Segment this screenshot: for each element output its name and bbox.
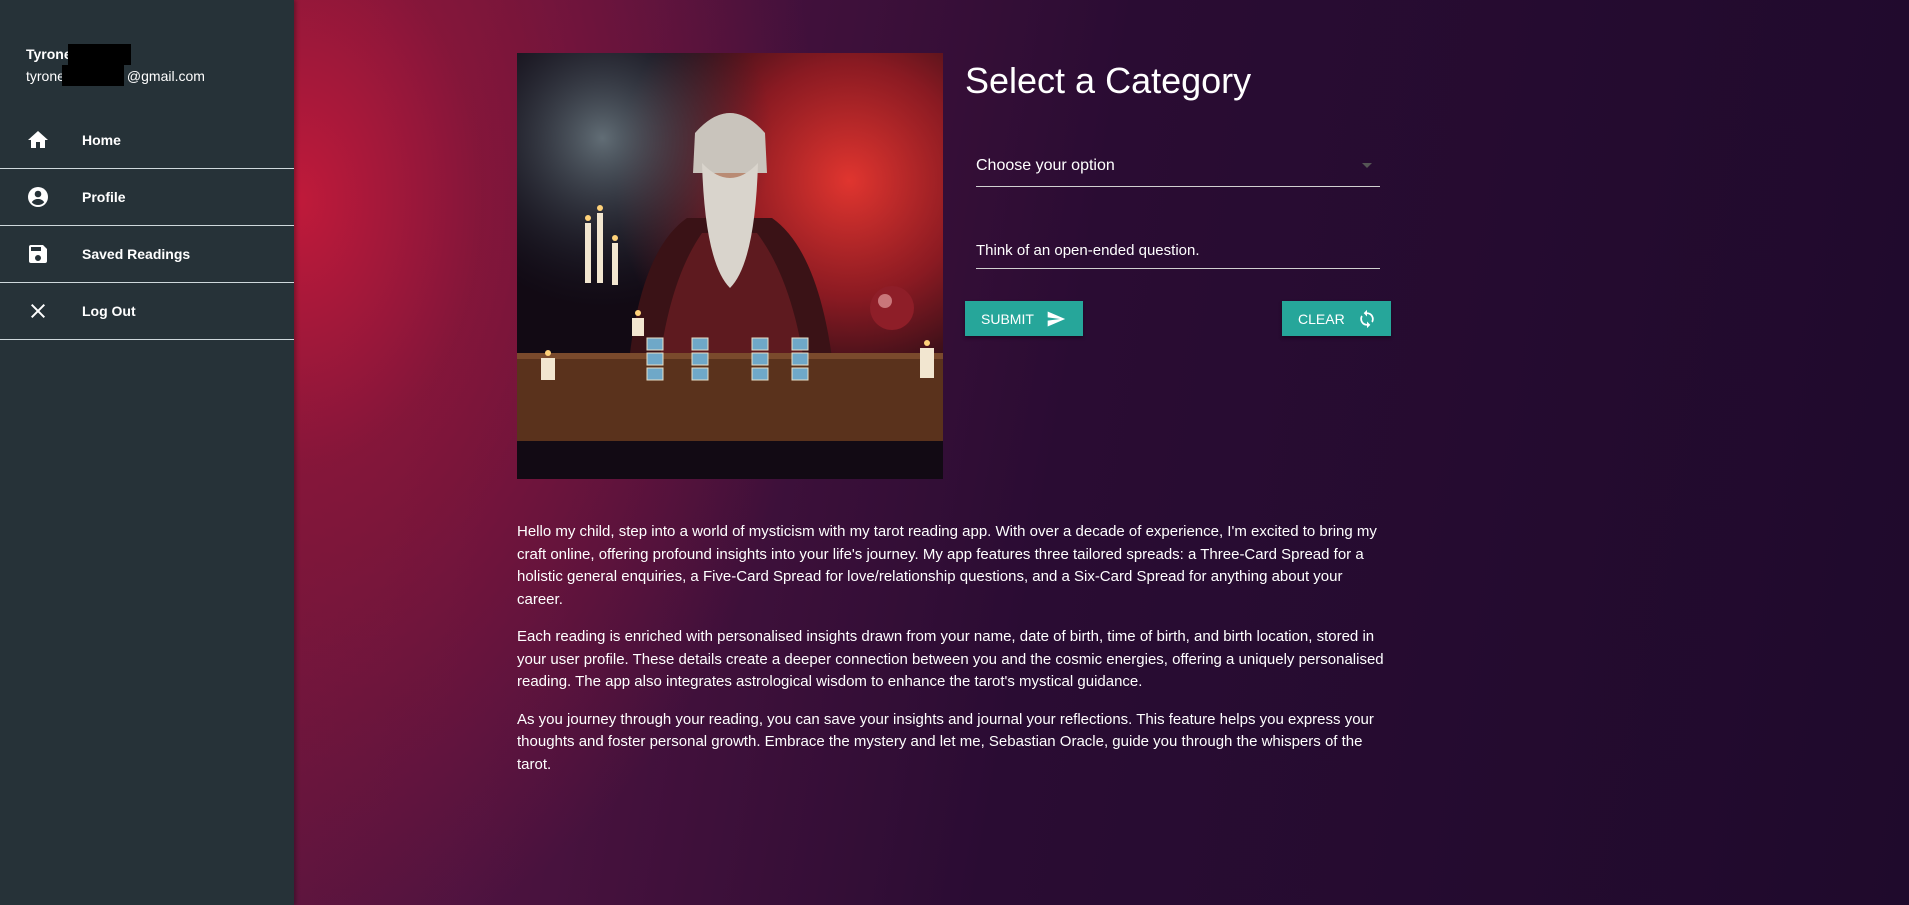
submit-button[interactable]: SUBMIT (965, 301, 1083, 336)
chevron-down-icon (1362, 163, 1372, 168)
description-paragraph: Hello my child, step into a world of mys… (517, 523, 1377, 608)
sidebar-item-profile[interactable]: Profile (0, 169, 294, 226)
account-circle-icon (26, 185, 50, 209)
refresh-icon (1357, 309, 1377, 329)
tarot-reader-image (517, 53, 943, 479)
description-paragraph: As you journey through your reading, you… (517, 710, 1374, 773)
sidebar-item-label: Profile (82, 189, 126, 205)
clear-button-label: CLEAR (1298, 310, 1345, 327)
user-info: Tyrone tyrone @gmail.com (26, 44, 205, 86)
sidebar-nav: Home Profile Saved Readings Log Out (0, 112, 294, 340)
sidebar-item-home[interactable]: Home (0, 112, 294, 169)
sidebar-item-log-out[interactable]: Log Out (0, 283, 294, 340)
send-icon (1046, 309, 1066, 329)
page-title: Select a Category (965, 60, 1252, 101)
user-name: Tyrone (26, 44, 205, 65)
save-icon (26, 242, 50, 266)
redaction-box (68, 44, 131, 65)
home-icon (26, 128, 50, 152)
submit-button-label: SUBMIT (981, 310, 1034, 327)
clear-button[interactable]: CLEAR (1282, 301, 1391, 336)
sidebar-item-saved-readings[interactable]: Saved Readings (0, 226, 294, 283)
app-description: Hello my child, step into a world of mys… (517, 521, 1385, 791)
user-email: tyrone @gmail.com (26, 65, 205, 86)
description-paragraph: Each reading is enriched with personalis… (517, 628, 1384, 690)
sidebar-item-label: Log Out (82, 303, 136, 319)
sidebar-item-label: Home (82, 132, 121, 148)
sidebar: Tyrone tyrone @gmail.com Home Profile Sav… (0, 0, 294, 905)
close-icon (26, 299, 50, 323)
category-select[interactable]: Choose your option (976, 150, 1380, 187)
question-input[interactable] (976, 232, 1380, 269)
category-select-value: Choose your option (976, 157, 1115, 174)
redaction-box (62, 65, 124, 86)
sidebar-item-label: Saved Readings (82, 246, 191, 262)
